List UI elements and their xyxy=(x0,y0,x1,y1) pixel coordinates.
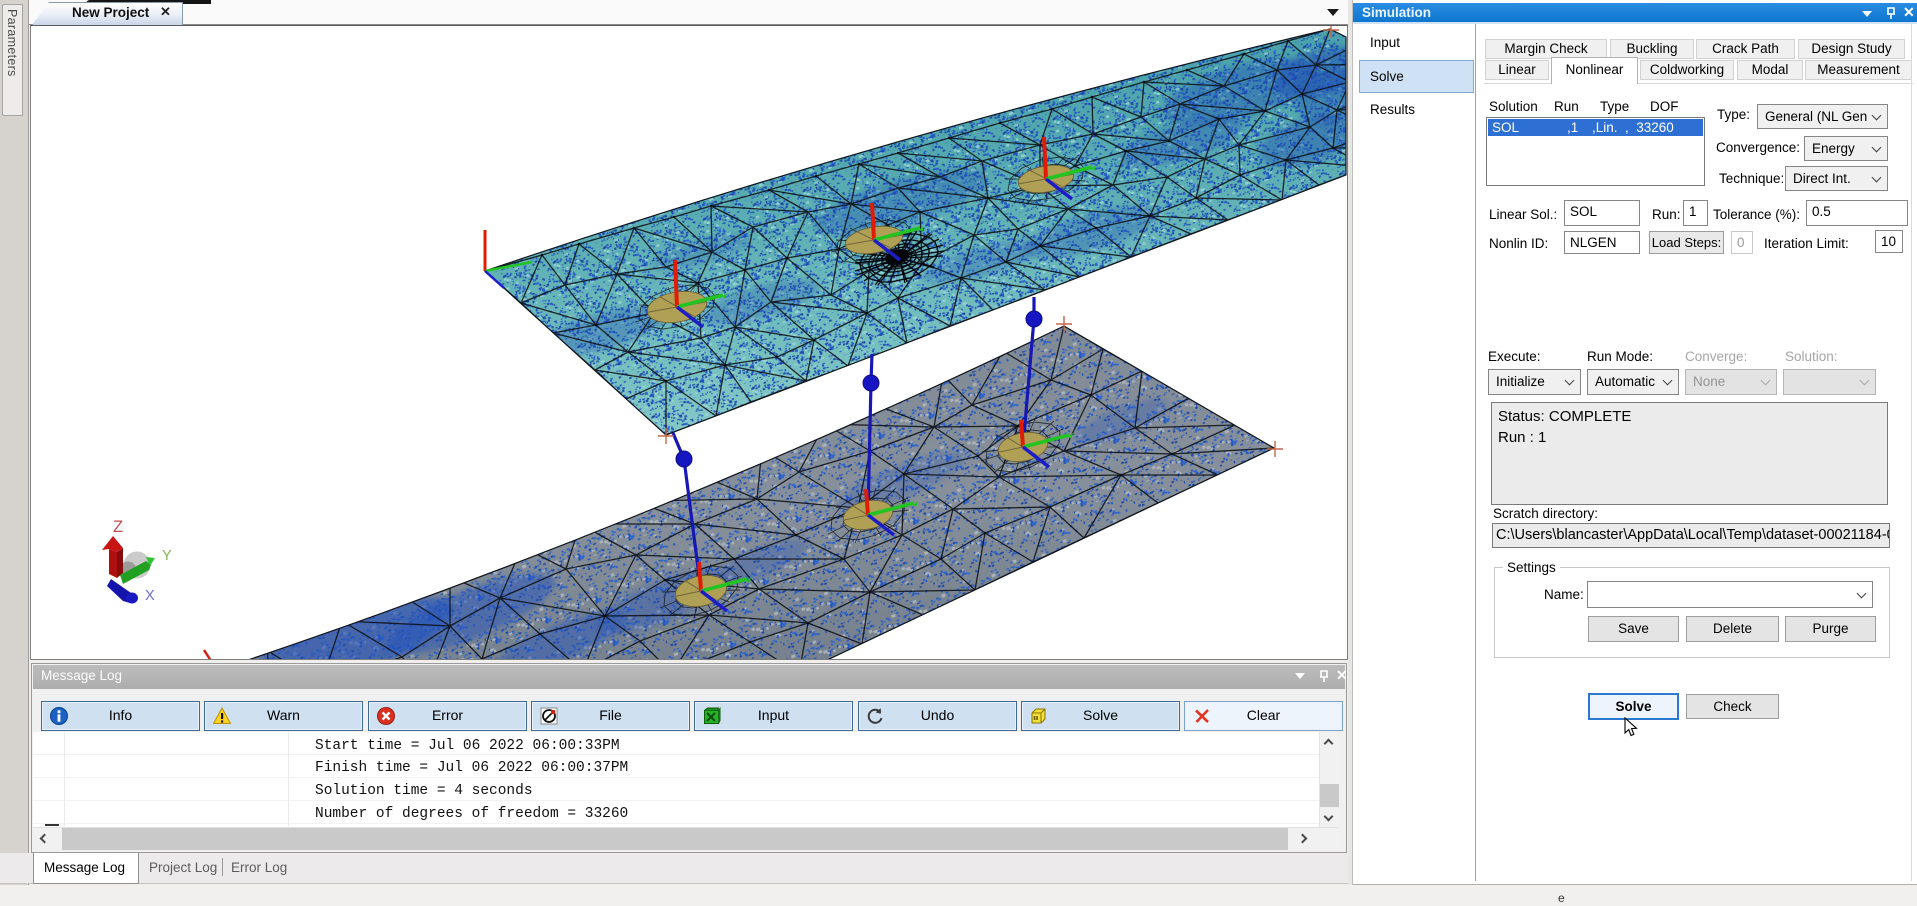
svg-text:X: X xyxy=(145,588,155,604)
svg-text:Y: Y xyxy=(162,548,172,564)
svg-text:Z: Z xyxy=(113,518,123,536)
